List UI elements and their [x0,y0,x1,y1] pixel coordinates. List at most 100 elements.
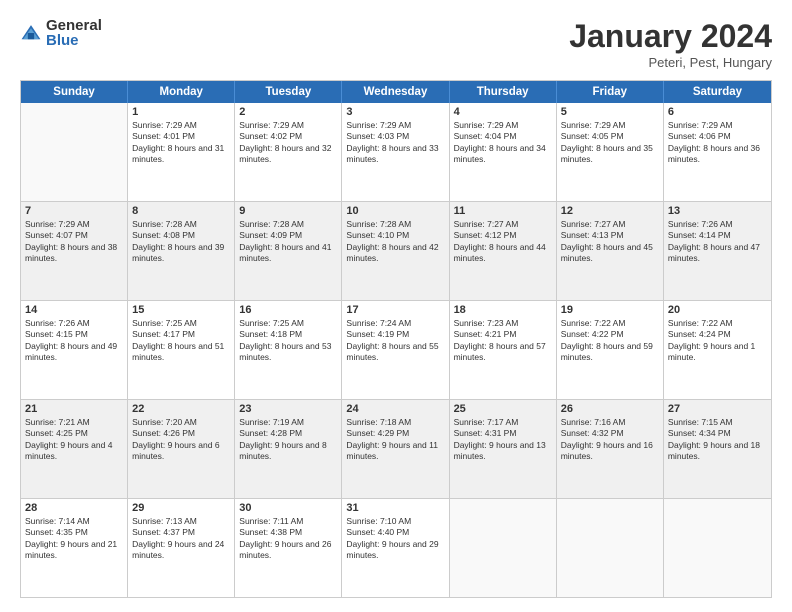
day-number: 17 [346,304,444,316]
day-info: Sunrise: 7:19 AM Sunset: 4:28 PM Dayligh… [239,417,337,463]
day-number: 13 [668,205,767,217]
day-cell-1: 1 Sunrise: 7:29 AM Sunset: 4:01 PM Daylig… [128,103,235,201]
day-cell-10: 10Sunrise: 7:28 AM Sunset: 4:10 PM Dayli… [342,202,449,300]
day-info: Sunrise: 7:25 AM Sunset: 4:17 PM Dayligh… [132,318,230,364]
day-number: 18 [454,304,552,316]
day-number: 4 [454,106,552,118]
day-cell-28: 28 Sunrise: 7:14 AM Sunset: 4:35 PM Dayli… [21,499,128,597]
day-info: Sunrise: 7:28 AM Sunset: 4:09 PM Dayligh… [239,219,337,265]
day-cell-17: 17 Sunrise: 7:24 AM Sunset: 4:19 PM Dayli… [342,301,449,399]
calendar-header: SundayMondayTuesdayWednesdayThursdayFrid… [21,81,771,103]
day-cell-11: 11Sunrise: 7:27 AM Sunset: 4:12 PM Dayli… [450,202,557,300]
day-info: Sunrise: 7:27 AM Sunset: 4:12 PM Dayligh… [454,219,552,265]
day-number: 2 [239,106,337,118]
day-number: 30 [239,502,337,514]
day-number: 31 [346,502,444,514]
day-info: Sunrise: 7:17 AM Sunset: 4:31 PM Dayligh… [454,417,552,463]
day-cell-20: 20 Sunrise: 7:22 AM Sunset: 4:24 PM Dayli… [664,301,771,399]
day-cell-30: 30 Sunrise: 7:11 AM Sunset: 4:38 PM Dayli… [235,499,342,597]
title-month: January 2024 [569,18,772,55]
day-number: 21 [25,403,123,415]
day-info: Sunrise: 7:26 AM Sunset: 4:14 PM Dayligh… [668,219,767,265]
day-number: 24 [346,403,444,415]
day-number: 12 [561,205,659,217]
day-cell-18: 18 Sunrise: 7:23 AM Sunset: 4:21 PM Dayli… [450,301,557,399]
day-cell-26: 26 Sunrise: 7:16 AM Sunset: 4:32 PM Dayli… [557,400,664,498]
empty-cell [21,103,128,201]
day-info: Sunrise: 7:14 AM Sunset: 4:35 PM Dayligh… [25,516,123,562]
empty-cell [450,499,557,597]
day-cell-8: 8 Sunrise: 7:28 AM Sunset: 4:08 PM Daylig… [128,202,235,300]
day-number: 27 [668,403,767,415]
empty-cell [557,499,664,597]
day-info: Sunrise: 7:22 AM Sunset: 4:22 PM Dayligh… [561,318,659,364]
day-number: 6 [668,106,767,118]
day-cell-5: 5 Sunrise: 7:29 AM Sunset: 4:05 PM Daylig… [557,103,664,201]
day-info: Sunrise: 7:16 AM Sunset: 4:32 PM Dayligh… [561,417,659,463]
day-number: 26 [561,403,659,415]
day-info: Sunrise: 7:22 AM Sunset: 4:24 PM Dayligh… [668,318,767,364]
day-cell-19: 19Sunrise: 7:22 AM Sunset: 4:22 PM Dayli… [557,301,664,399]
logo-general-text: General [46,18,102,33]
header-day-sunday: Sunday [21,81,128,103]
day-number: 25 [454,403,552,415]
day-info: Sunrise: 7:18 AM Sunset: 4:29 PM Dayligh… [346,417,444,463]
page: General Blue January 2024 Peteri, Pest, … [0,0,792,612]
day-number: 22 [132,403,230,415]
title-location: Peteri, Pest, Hungary [569,55,772,70]
day-number: 5 [561,106,659,118]
day-cell-3: 3 Sunrise: 7:29 AM Sunset: 4:03 PM Daylig… [342,103,449,201]
day-info: Sunrise: 7:29 AM Sunset: 4:02 PM Dayligh… [239,120,337,166]
title-block: January 2024 Peteri, Pest, Hungary [569,18,772,70]
day-info: Sunrise: 7:11 AM Sunset: 4:38 PM Dayligh… [239,516,337,562]
day-number: 28 [25,502,123,514]
day-info: Sunrise: 7:21 AM Sunset: 4:25 PM Dayligh… [25,417,123,463]
day-number: 23 [239,403,337,415]
day-info: Sunrise: 7:29 AM Sunset: 4:03 PM Dayligh… [346,120,444,166]
day-number: 3 [346,106,444,118]
day-info: Sunrise: 7:13 AM Sunset: 4:37 PM Dayligh… [132,516,230,562]
day-cell-12: 12Sunrise: 7:27 AM Sunset: 4:13 PM Dayli… [557,202,664,300]
day-cell-27: 27Sunrise: 7:15 AM Sunset: 4:34 PM Dayli… [664,400,771,498]
day-number: 20 [668,304,767,316]
day-number: 1 [132,106,230,118]
day-info: Sunrise: 7:29 AM Sunset: 4:05 PM Dayligh… [561,120,659,166]
day-info: Sunrise: 7:10 AM Sunset: 4:40 PM Dayligh… [346,516,444,562]
header-day-tuesday: Tuesday [235,81,342,103]
day-cell-23: 23 Sunrise: 7:19 AM Sunset: 4:28 PM Dayli… [235,400,342,498]
day-number: 8 [132,205,230,217]
calendar-week-1: 1 Sunrise: 7:29 AM Sunset: 4:01 PM Daylig… [21,103,771,202]
calendar-week-4: 21 Sunrise: 7:21 AM Sunset: 4:25 PM Dayli… [21,400,771,499]
header-day-wednesday: Wednesday [342,81,449,103]
day-info: Sunrise: 7:28 AM Sunset: 4:08 PM Dayligh… [132,219,230,265]
day-cell-14: 14 Sunrise: 7:26 AM Sunset: 4:15 PM Dayli… [21,301,128,399]
day-info: Sunrise: 7:29 AM Sunset: 4:04 PM Dayligh… [454,120,552,166]
day-number: 10 [346,205,444,217]
day-cell-6: 6Sunrise: 7:29 AM Sunset: 4:06 PM Daylig… [664,103,771,201]
day-number: 7 [25,205,123,217]
day-info: Sunrise: 7:20 AM Sunset: 4:26 PM Dayligh… [132,417,230,463]
day-number: 14 [25,304,123,316]
day-info: Sunrise: 7:29 AM Sunset: 4:01 PM Dayligh… [132,120,230,166]
header-day-monday: Monday [128,81,235,103]
day-number: 16 [239,304,337,316]
day-number: 9 [239,205,337,217]
day-info: Sunrise: 7:26 AM Sunset: 4:15 PM Dayligh… [25,318,123,364]
day-info: Sunrise: 7:25 AM Sunset: 4:18 PM Dayligh… [239,318,337,364]
day-info: Sunrise: 7:23 AM Sunset: 4:21 PM Dayligh… [454,318,552,364]
calendar: SundayMondayTuesdayWednesdayThursdayFrid… [20,80,772,598]
day-info: Sunrise: 7:29 AM Sunset: 4:07 PM Dayligh… [25,219,123,265]
day-cell-31: 31 Sunrise: 7:10 AM Sunset: 4:40 PM Dayli… [342,499,449,597]
day-cell-2: 2 Sunrise: 7:29 AM Sunset: 4:02 PM Daylig… [235,103,342,201]
day-info: Sunrise: 7:24 AM Sunset: 4:19 PM Dayligh… [346,318,444,364]
calendar-week-3: 14 Sunrise: 7:26 AM Sunset: 4:15 PM Dayli… [21,301,771,400]
day-cell-7: 7 Sunrise: 7:29 AM Sunset: 4:07 PM Daylig… [21,202,128,300]
logo-text: General Blue [46,18,102,48]
logo-icon [20,22,42,44]
calendar-week-2: 7 Sunrise: 7:29 AM Sunset: 4:07 PM Daylig… [21,202,771,301]
day-cell-4: 4 Sunrise: 7:29 AM Sunset: 4:04 PM Daylig… [450,103,557,201]
logo: General Blue [20,18,102,48]
day-number: 29 [132,502,230,514]
day-cell-25: 25 Sunrise: 7:17 AM Sunset: 4:31 PM Dayli… [450,400,557,498]
logo-blue-text: Blue [46,33,102,48]
